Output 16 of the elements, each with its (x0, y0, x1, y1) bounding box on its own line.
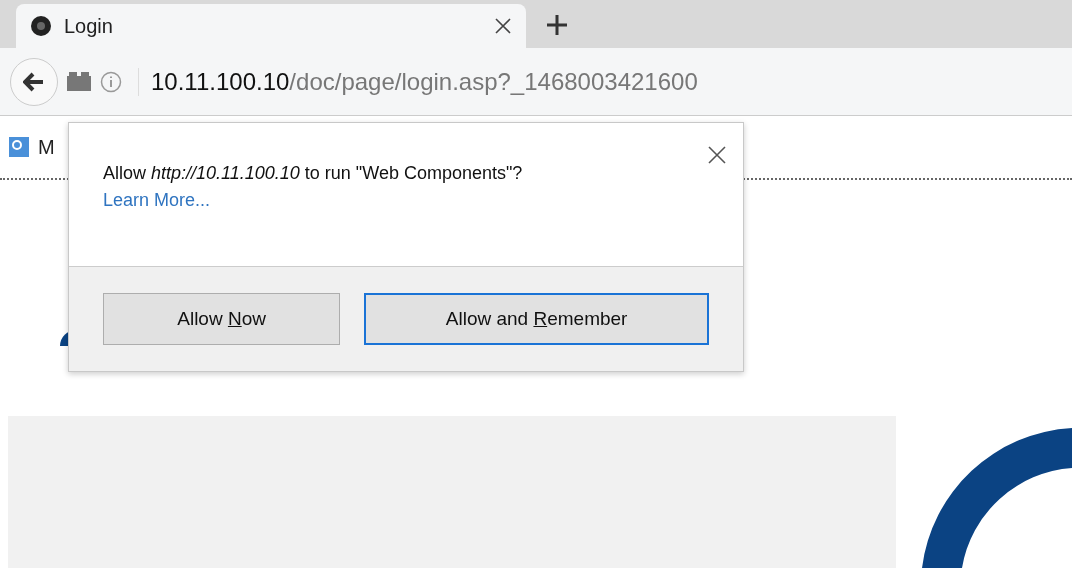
allow-button[interactable]: Allow and Remember (364, 293, 709, 345)
close-icon[interactable] (494, 17, 512, 35)
learn-more-link[interactable]: Learn More... (103, 190, 211, 211)
plugin-icon[interactable] (66, 71, 92, 92)
permission-message: Allow http://10.11.100.10 to run "Web Components"? (103, 163, 524, 184)
bookmark-item[interactable]: M (38, 135, 55, 159)
back-arrow-icon (23, 71, 45, 92)
info-icon[interactable] (100, 70, 122, 93)
close-icon[interactable] (707, 145, 727, 165)
camera-icon (30, 15, 52, 37)
browser-tab[interactable]: Login (16, 4, 526, 48)
tab-title: Login (64, 14, 114, 38)
bookmark-icon (8, 136, 30, 158)
allow-button[interactable]: Allow Now (103, 293, 341, 345)
plus-icon[interactable] (546, 14, 568, 36)
back-button[interactable] (10, 57, 58, 106)
